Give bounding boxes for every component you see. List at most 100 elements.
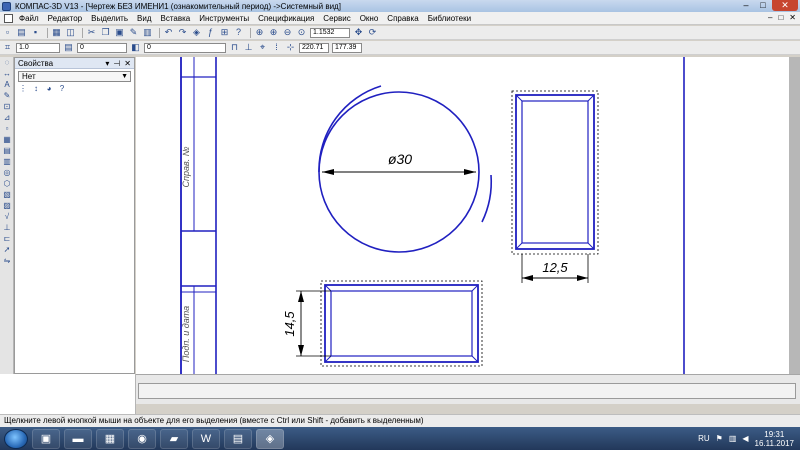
mirror-icon[interactable]: ⇋ — [2, 256, 12, 266]
chrome-icon[interactable]: ◉ — [128, 428, 156, 449]
macro-icon[interactable]: ⬡ — [2, 179, 12, 189]
notes-icon[interactable]: ▤ — [224, 428, 252, 449]
dimensions-icon[interactable]: ↔ — [2, 69, 12, 79]
coord-y-field[interactable]: 177.39 — [332, 42, 362, 53]
panel-close-icon[interactable]: ✕ — [124, 59, 131, 68]
cut-icon[interactable]: ✂ — [86, 27, 97, 38]
menu-help[interactable]: Справка — [387, 14, 418, 23]
maximize-button[interactable]: □ — [755, 0, 771, 11]
doc-close-button[interactable]: ✕ — [789, 13, 796, 22]
new-document-icon[interactable]: ▫ — [2, 27, 13, 38]
language-indicator[interactable]: RU — [698, 434, 710, 443]
zoom-fit-icon[interactable]: ⊙ — [296, 27, 307, 38]
cmd-icon[interactable]: ▬ — [64, 428, 92, 449]
cursor-icon[interactable]: ⊹ — [285, 42, 296, 53]
zoom-window-icon[interactable]: ⊕ — [254, 27, 265, 38]
rough-icon[interactable]: √ — [2, 212, 12, 222]
menu-tools[interactable]: Инструменты — [199, 14, 249, 23]
select-icon[interactable]: ▫ — [2, 124, 12, 134]
format-painter-icon[interactable]: ✎ — [128, 27, 139, 38]
coord-x-field[interactable]: 220.71 — [299, 42, 329, 53]
folder-icon[interactable]: ▰ — [160, 428, 188, 449]
local-cs-icon[interactable]: ⌖ — [257, 42, 268, 53]
fx-icon[interactable]: ƒ — [205, 27, 216, 38]
layer-state-icon[interactable]: ▤ — [63, 42, 74, 53]
redo-icon[interactable]: ↷ — [177, 27, 188, 38]
document-icon[interactable] — [4, 13, 13, 23]
menu-file[interactable]: Файл — [19, 14, 39, 23]
explorer-icon[interactable]: ▣ — [32, 428, 60, 449]
copy-icon[interactable]: ❐ — [100, 27, 111, 38]
geometry-icon[interactable]: ◌ — [2, 58, 12, 68]
line-scale-field[interactable]: 1.0 — [16, 42, 60, 53]
refresh-icon[interactable]: ⟳ — [367, 27, 378, 38]
layer-number-field[interactable]: 0 — [144, 42, 226, 53]
insert-icon[interactable]: ◎ — [2, 168, 12, 178]
preview-icon[interactable]: ◫ — [65, 27, 76, 38]
properties-header: Свойства ▾ ⊣ ✕ — [15, 58, 134, 69]
categorized-icon[interactable]: ⋮ — [18, 84, 28, 94]
start-button[interactable] — [4, 428, 28, 449]
ortho-icon[interactable]: ⊥ — [243, 42, 254, 53]
library-icon[interactable]: ▥ — [142, 27, 153, 38]
flag-icon[interactable]: ⚑ — [716, 434, 723, 443]
grid-icon[interactable]: ⁞ — [271, 42, 282, 53]
volume-icon[interactable]: ◀ — [742, 434, 748, 443]
help-icon[interactable]: ? — [233, 27, 244, 38]
close-button[interactable]: ✕ — [772, 0, 798, 11]
minimize-button[interactable]: – — [738, 0, 754, 11]
layout-icon[interactable]: ▧ — [2, 190, 12, 200]
manager-icon[interactable]: ◈ — [191, 27, 202, 38]
command-field[interactable] — [138, 383, 796, 399]
calculator-icon[interactable]: ▦ — [96, 428, 124, 449]
print-icon[interactable]: ▦ — [51, 27, 62, 38]
section-icon[interactable]: ⊏ — [2, 234, 12, 244]
open-icon[interactable]: ▤ — [16, 27, 27, 38]
base-icon[interactable]: ⊥ — [2, 223, 12, 233]
color-icon[interactable]: ◕ — [44, 84, 54, 94]
spec-icon[interactable]: ▤ — [2, 146, 12, 156]
word-icon[interactable]: W — [192, 428, 220, 449]
kompas-icon[interactable]: ◈ — [256, 428, 284, 449]
layer-state-field[interactable]: 0 — [77, 42, 127, 53]
layer-icon[interactable]: ◧ — [130, 42, 141, 53]
object-filter-select[interactable]: Нет ▼ — [18, 71, 131, 82]
measure-icon[interactable]: ⊿ — [2, 113, 12, 123]
arrow-view-icon[interactable]: ➚ — [2, 245, 12, 255]
menu-insert[interactable]: Вставка — [161, 14, 191, 23]
menu-view[interactable]: Вид — [137, 14, 151, 23]
clock[interactable]: 19:31 16.11.2017 — [755, 430, 794, 448]
drawing-canvas[interactable]: Справ. № Подп. и дата ø30 12,5 14,5 — [136, 57, 800, 374]
panel-dropdown-icon[interactable]: ▾ — [105, 59, 109, 68]
menu-service[interactable]: Сервис — [323, 14, 350, 23]
zoom-out-icon[interactable]: ⊖ — [282, 27, 293, 38]
symbols-icon[interactable]: A — [2, 80, 12, 90]
zoom-in-icon[interactable]: ⊕ — [268, 27, 279, 38]
associative-view-icon[interactable]: ▦ — [2, 135, 12, 145]
undo-icon[interactable]: ↶ — [163, 27, 174, 38]
properties-help-icon[interactable]: ? — [57, 84, 67, 94]
menu-specification[interactable]: Спецификация — [258, 14, 314, 23]
drawing-sheet[interactable]: Справ. № Подп. и дата ø30 12,5 14,5 — [136, 57, 800, 374]
menu-window[interactable]: Окно — [360, 14, 379, 23]
stamp-label-bottom: Подп. и дата — [181, 306, 191, 362]
paste-icon[interactable]: ▣ — [114, 27, 125, 38]
network-icon[interactable]: ▥ — [729, 434, 737, 443]
parametrization-icon[interactable]: ⊡ — [2, 102, 12, 112]
menu-select[interactable]: Выделить — [91, 14, 128, 23]
zoom-field[interactable]: 1.1532 — [310, 27, 350, 38]
menu-editor[interactable]: Редактор — [48, 14, 82, 23]
reports-icon[interactable]: ▥ — [2, 157, 12, 167]
snap-icon[interactable]: ⌗ — [2, 42, 13, 53]
sort-icon[interactable]: ↕ — [31, 84, 41, 94]
edit-icon[interactable]: ✎ — [2, 91, 12, 101]
panel-pin-icon[interactable]: ⊣ — [113, 59, 120, 68]
doc-minimize-button[interactable]: – — [768, 13, 772, 22]
pan-icon[interactable]: ✥ — [353, 27, 364, 38]
menu-libraries[interactable]: Библиотеки — [428, 14, 471, 23]
variables-icon[interactable]: ⊞ — [219, 27, 230, 38]
magnet-icon[interactable]: ⊓ — [229, 42, 240, 53]
save-icon[interactable]: ▪ — [30, 27, 41, 38]
doc-restore-button[interactable]: □ — [778, 13, 783, 22]
hatch-icon[interactable]: ▨ — [2, 201, 12, 211]
